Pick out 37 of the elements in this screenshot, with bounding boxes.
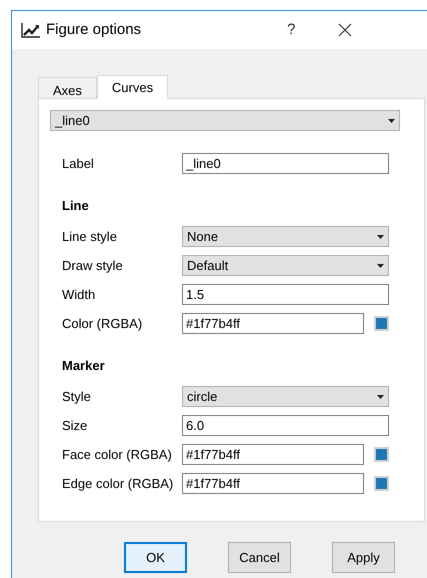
color-field[interactable]: #1f77b4ff xyxy=(182,313,364,334)
dropdown[interactable]: circle xyxy=(182,386,389,407)
close-icon[interactable] xyxy=(338,23,352,37)
color-swatch-button[interactable] xyxy=(374,316,389,331)
field-label: Label xyxy=(62,154,95,173)
window-title: Figure options xyxy=(46,20,142,40)
dropdown[interactable]: Default xyxy=(182,255,389,276)
field-label: Edge color (RGBA) xyxy=(62,474,174,493)
text-field[interactable]: _line0 xyxy=(182,153,389,174)
field-label: Line style xyxy=(62,228,118,246)
field-label: Color (RGBA) xyxy=(62,314,144,333)
help-button[interactable]: ? xyxy=(287,18,296,42)
dropdown[interactable]: None xyxy=(182,226,389,247)
field-label: Size xyxy=(62,416,88,435)
section-heading: Line xyxy=(62,197,90,215)
chart-icon xyxy=(21,22,41,38)
curve-dropdown[interactable]: _line0 xyxy=(50,110,400,131)
field-label: Face color (RGBA) xyxy=(62,446,173,464)
color-field[interactable]: #1f77b4ff xyxy=(182,473,364,494)
field-label: Width xyxy=(62,286,96,304)
caret-icon xyxy=(377,264,384,268)
color-swatch-button[interactable] xyxy=(374,476,389,491)
color-swatch-button[interactable] xyxy=(374,447,389,462)
text-field[interactable]: 1.5 xyxy=(182,284,389,305)
field-label: Style xyxy=(62,388,92,406)
dialog-button[interactable]: Cancel xyxy=(228,542,291,573)
field-label: Draw style xyxy=(62,256,124,275)
caret-icon xyxy=(377,234,384,238)
section-heading: Marker xyxy=(62,357,106,375)
tab[interactable]: Axes xyxy=(38,77,97,98)
color-field[interactable]: #1f77b4ff xyxy=(182,444,364,465)
dialog-button[interactable]: OK xyxy=(124,542,187,573)
text-field[interactable]: 6.0 xyxy=(182,415,389,436)
dialog-button[interactable]: Apply xyxy=(332,542,395,573)
caret-icon xyxy=(388,118,395,122)
tab[interactable]: Curves xyxy=(96,75,168,99)
caret-icon xyxy=(377,394,384,398)
